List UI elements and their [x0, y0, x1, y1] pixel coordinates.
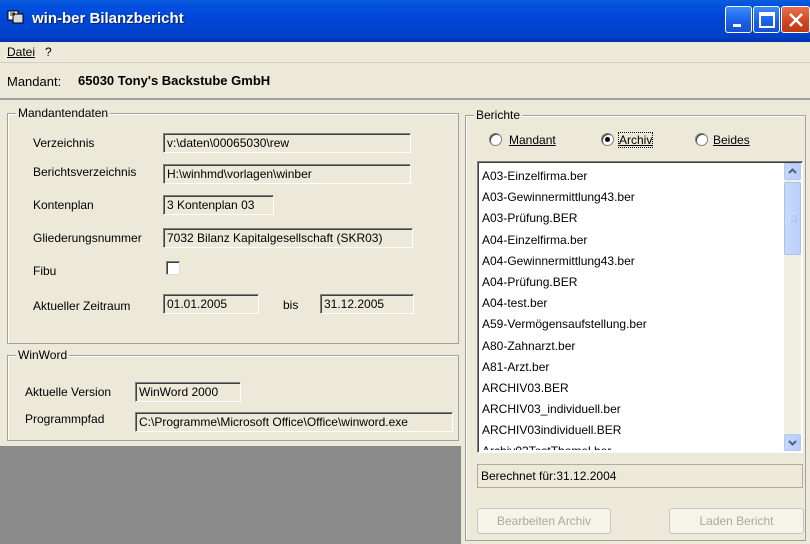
maximize-button[interactable]: [753, 6, 780, 33]
label-zeitraum: Aktueller Zeitraum: [33, 299, 131, 313]
field-zeitraum-to[interactable]: 31.12.2005: [320, 294, 414, 314]
group-winword: WinWord Aktuelle Version WinWord 2000 Pr…: [7, 348, 459, 441]
berichte-list: A03-Einzelfirma.ber A03-Gewinnermittlung4…: [482, 166, 782, 450]
scroll-thumb[interactable]: [784, 182, 801, 255]
group-title-berichte: Berichte: [474, 108, 523, 122]
label-bis: bis: [283, 298, 299, 312]
radio-archiv[interactable]: [601, 133, 614, 146]
group-title-mandantendaten: Mandantendaten: [16, 106, 111, 120]
field-gliederungsnummer[interactable]: 7032 Bilanz Kapitalgesellschaft (SKR03): [163, 228, 413, 248]
menu-datei[interactable]: Datei: [7, 45, 35, 59]
checkbox-fibu[interactable]: [166, 261, 180, 275]
field-programmpfad[interactable]: C:\Programme\Microsoft Office\Office\win…: [135, 412, 453, 432]
mandant-bar: Mandant: 65030 Tony's Backstube GmbH: [0, 63, 810, 100]
mandant-value: 65030 Tony's Backstube GmbH: [78, 73, 271, 88]
label-programmpfad: Programmpfad: [25, 412, 105, 426]
radio-label-archiv[interactable]: Archiv: [617, 132, 654, 148]
list-item[interactable]: Archiv03TestThemel.ber: [482, 441, 782, 450]
minimize-icon: [733, 24, 741, 27]
list-item[interactable]: ARCHIV03_individuell.ber: [482, 399, 782, 420]
field-verzeichnis[interactable]: v:\daten\00065030\rew: [163, 133, 411, 153]
list-item[interactable]: A03-Gewinnermittlung43.ber: [482, 187, 782, 208]
radio-label-mandant[interactable]: Mandant: [509, 133, 556, 147]
title-bar[interactable]: win-ber Bilanzbericht: [0, 0, 810, 42]
list-item[interactable]: A03-Prüfung.BER: [482, 208, 782, 229]
group-mandantendaten: Mandantendaten Verzeichnis v:\daten\0006…: [7, 106, 459, 344]
left-panel: Mandantendaten Verzeichnis v:\daten\0006…: [0, 100, 461, 446]
label-fibu: Fibu: [33, 264, 57, 278]
menu-help[interactable]: ?: [45, 45, 52, 59]
window-title: win-ber Bilanzbericht: [32, 10, 184, 27]
close-button[interactable]: [781, 6, 810, 33]
list-item[interactable]: A03-Einzelfirma.ber: [482, 166, 782, 187]
app-icon: [7, 10, 24, 24]
list-item[interactable]: ARCHIV03individuell.BER: [482, 420, 782, 441]
list-item[interactable]: A81-Arzt.ber: [482, 357, 782, 378]
field-kontenplan[interactable]: 3 Kontenplan 03: [163, 195, 274, 215]
list-item[interactable]: A04-Einzelfirma.ber: [482, 230, 782, 251]
maximize-icon: [759, 12, 775, 28]
label-gliederungsnummer: Gliederungsnummer: [33, 231, 142, 245]
right-panel: Berichte Mandant Archiv Beides A03-Einze…: [461, 100, 810, 544]
group-title-winword: WinWord: [16, 348, 70, 362]
listbox-scrollbar[interactable]: [784, 163, 801, 451]
label-berichtsverzeichnis: Berichtsverzeichnis: [33, 165, 137, 179]
berichte-listbox[interactable]: A03-Einzelfirma.ber A03-Gewinnermittlung4…: [477, 161, 803, 453]
chevron-down-icon: [788, 440, 797, 446]
list-item[interactable]: A04-Prüfung.BER: [482, 272, 782, 293]
field-version[interactable]: WinWord 2000: [135, 382, 241, 402]
label-kontenplan: Kontenplan: [33, 198, 94, 212]
chevron-up-icon: [788, 168, 797, 174]
laden-bericht-button[interactable]: Laden Bericht: [669, 508, 804, 534]
minimize-button[interactable]: [725, 6, 752, 33]
bearbeiten-archiv-button[interactable]: Bearbeiten Archiv: [477, 508, 611, 534]
close-icon: [789, 13, 803, 27]
grip-icon: [789, 213, 797, 222]
list-item[interactable]: A59-Vermögensaufstellung.ber: [482, 314, 782, 335]
radio-mandant[interactable]: [489, 133, 502, 146]
label-verzeichnis: Verzeichnis: [33, 136, 95, 150]
berechnet-status: Berechnet für:31.12.2004: [477, 464, 803, 488]
list-item[interactable]: A04-Gewinnermittlung43.ber: [482, 251, 782, 272]
list-item[interactable]: A80-Zahnarzt.ber: [482, 336, 782, 357]
list-item[interactable]: ARCHIV03.BER: [482, 378, 782, 399]
label-version: Aktuelle Version: [25, 385, 112, 399]
radio-beides[interactable]: [695, 133, 708, 146]
menu-bar: Datei ?: [0, 42, 810, 63]
scroll-down-button[interactable]: [784, 434, 801, 451]
radio-label-beides[interactable]: Beides: [713, 133, 750, 147]
field-berichtsverzeichnis[interactable]: H:\winhmd\vorlagen\winber: [163, 164, 411, 184]
scroll-up-button[interactable]: [784, 163, 801, 180]
field-zeitraum-from[interactable]: 01.01.2005: [163, 294, 259, 314]
list-item[interactable]: A04-test.ber: [482, 293, 782, 314]
mandant-label: Mandant:: [7, 74, 62, 89]
